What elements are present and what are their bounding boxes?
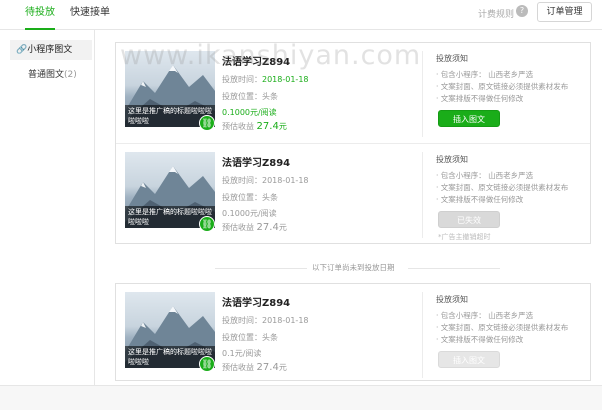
sidebar-item-count: (2) bbox=[64, 70, 77, 80]
link-icon: 🔗 bbox=[16, 45, 28, 55]
sidebar-item-label: 小程序图文 bbox=[27, 45, 73, 55]
estimated-income: 预估收益 27.4元 bbox=[222, 121, 287, 132]
order-card: 这里是推广稿的标题啦啦啦啦啦啦 ⛓ 法语学习Z894 投放时间：2018-01-… bbox=[116, 43, 590, 144]
column-divider bbox=[422, 51, 423, 137]
publish-time: 投放时间：2018-01-18 bbox=[222, 316, 309, 325]
notice-title: 投放须知 bbox=[436, 155, 468, 164]
notice-item: · 文案封面、原文链接必须提供素材发布 bbox=[436, 323, 569, 332]
account-title: 法语学习Z894 bbox=[222, 298, 291, 309]
section-divider-left bbox=[215, 268, 307, 269]
estimated-income: 预估收益 27.4元 bbox=[222, 362, 287, 373]
top-bar: 待投放 快速接单 计费规则 ? 订单管理 bbox=[0, 0, 602, 30]
miniprogram-link-icon: ⛓ bbox=[199, 216, 215, 232]
notice-item: · 包含小程序： 山西老乡严选 bbox=[436, 70, 534, 79]
sidebar-item-miniprogram-article[interactable]: 🔗小程序图文 bbox=[10, 40, 92, 60]
notice-item: · 文案封面、原文链接必须提供素材发布 bbox=[436, 183, 569, 192]
notice-item: · 文案排版不得做任何修改 bbox=[436, 195, 524, 204]
insert-article-button-disabled[interactable]: 插入图文 bbox=[438, 351, 500, 368]
notice-item: · 文案排版不得做任何修改 bbox=[436, 94, 524, 103]
notice-title: 投放须知 bbox=[436, 295, 468, 304]
miniprogram-link-icon: ⛓ bbox=[199, 356, 215, 372]
account-title: 法语学习Z894 bbox=[222, 158, 291, 169]
price-rate: 0.1元/阅读 bbox=[222, 349, 262, 358]
column-divider bbox=[422, 152, 423, 238]
publish-position: 投放位置：头条 bbox=[222, 333, 278, 342]
publish-position: 投放位置：头条 bbox=[222, 193, 278, 202]
price-rate: 0.1000元/阅读 bbox=[222, 108, 277, 117]
price-rate: 0.1000元/阅读 bbox=[222, 209, 277, 218]
notice-title: 投放须知 bbox=[436, 54, 468, 63]
publish-position: 投放位置：头条 bbox=[222, 92, 278, 101]
help-icon[interactable]: ? bbox=[516, 5, 528, 17]
notice-item: · 文案排版不得做任何修改 bbox=[436, 335, 524, 344]
order-panel-active: 这里是推广稿的标题啦啦啦啦啦啦 ⛓ 法语学习Z894 投放时间：2018-01-… bbox=[115, 42, 591, 244]
insert-article-button[interactable]: 插入图文 bbox=[438, 110, 500, 127]
bottom-strip bbox=[0, 385, 602, 410]
section-divider-right bbox=[408, 268, 500, 269]
order-card: 这里是推广稿的标题啦啦啦啦啦啦 ⛓ 法语学习Z894 投放时间：2018-01-… bbox=[116, 144, 590, 244]
tab-quick-order[interactable]: 快速接单 bbox=[70, 6, 110, 20]
estimated-income: 预估收益 27.4元 bbox=[222, 222, 287, 233]
publish-time: 投放时间：2018-01-18 bbox=[222, 75, 309, 84]
expired-button[interactable]: 已失效 bbox=[438, 211, 500, 228]
account-title: 法语学习Z894 bbox=[222, 57, 291, 68]
publish-time: 投放时间：2018-01-18 bbox=[222, 176, 309, 185]
column-divider bbox=[422, 292, 423, 378]
billing-rules-link[interactable]: 计费规则 bbox=[478, 7, 514, 20]
sidebar-item-label: 普通图文 bbox=[28, 70, 65, 80]
section-divider-text: 以下订单尚未到投放日期 bbox=[312, 263, 395, 272]
order-manage-button[interactable]: 订单管理 bbox=[537, 2, 592, 22]
notice-item: · 包含小程序： 山西老乡严选 bbox=[436, 311, 534, 320]
notice-item: · 文案封面、原文链接必须提供素材发布 bbox=[436, 82, 569, 91]
order-card: 这里是推广稿的标题啦啦啦啦啦啦 ⛓ 法语学习Z894 投放时间：2018-01-… bbox=[116, 284, 590, 384]
expired-note: *广告主撤销超时 bbox=[438, 233, 491, 241]
sidebar-item-normal-article[interactable]: 普通图文(2) bbox=[10, 65, 92, 85]
tab-pending[interactable]: 待投放 bbox=[25, 6, 55, 30]
notice-item: · 包含小程序： 山西老乡严选 bbox=[436, 171, 534, 180]
sidebar: 🔗小程序图文 普通图文(2) bbox=[0, 30, 95, 385]
miniprogram-link-icon: ⛓ bbox=[199, 115, 215, 131]
order-panel-future: 这里是推广稿的标题啦啦啦啦啦啦 ⛓ 法语学习Z894 投放时间：2018-01-… bbox=[115, 283, 591, 381]
